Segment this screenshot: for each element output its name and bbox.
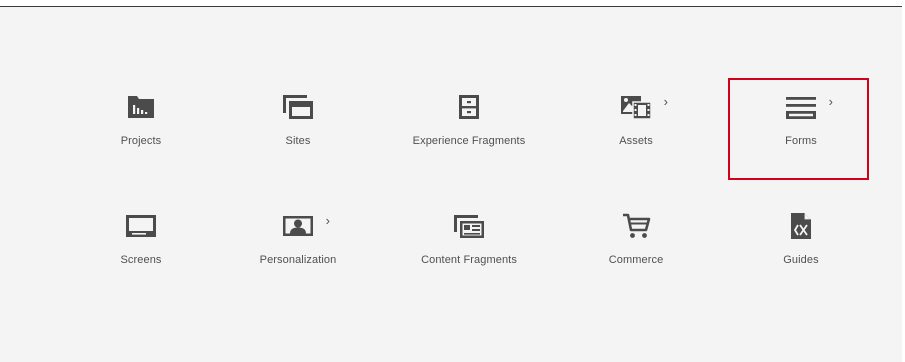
- commerce-cart-icon: [616, 210, 656, 242]
- projects-folder-icon: [121, 91, 161, 123]
- experience-fragments-icon: [449, 91, 489, 123]
- tile-experience-fragments[interactable]: Experience Fragments: [399, 91, 539, 191]
- tile-label: Projects: [120, 135, 162, 147]
- chevron-right-icon: ›: [325, 213, 330, 228]
- tile-forms[interactable]: › Forms: [731, 91, 871, 191]
- tile-content-fragments[interactable]: Content Fragments: [399, 210, 539, 310]
- tile-label: Commerce: [608, 254, 664, 266]
- sites-windows-icon: [278, 91, 318, 123]
- tile-commerce[interactable]: Commerce: [566, 210, 706, 310]
- tile-screens[interactable]: Screens: [71, 210, 211, 310]
- tile-assets[interactable]: › Assets: [566, 91, 706, 191]
- tile-projects[interactable]: Projects: [71, 91, 211, 191]
- tile-label: Experience Fragments: [412, 135, 526, 147]
- assets-media-icon: ›: [616, 91, 668, 123]
- content-fragments-icon: [449, 210, 489, 242]
- personalization-user-icon: ›: [278, 210, 330, 242]
- tile-label: Guides: [783, 254, 819, 266]
- tile-sites[interactable]: Sites: [228, 91, 368, 191]
- tile-label: Screens: [120, 254, 162, 266]
- tile-label: Sites: [285, 135, 311, 147]
- forms-lines-icon: ›: [781, 91, 833, 123]
- guides-code-file-icon: [781, 210, 821, 242]
- tile-personalization[interactable]: › Personalization: [228, 210, 368, 310]
- screens-monitor-icon: [121, 210, 161, 242]
- chevron-right-icon: ›: [828, 94, 833, 109]
- tile-label: Assets: [619, 135, 653, 147]
- tile-label: Personalization: [259, 254, 337, 266]
- chevron-right-icon: ›: [663, 94, 668, 109]
- tile-label: Content Fragments: [421, 254, 517, 266]
- tile-label: Forms: [785, 135, 817, 147]
- tile-guides[interactable]: Guides: [731, 210, 871, 310]
- navigation-panel: Projects Sites Experience Fragments › As…: [0, 7, 902, 362]
